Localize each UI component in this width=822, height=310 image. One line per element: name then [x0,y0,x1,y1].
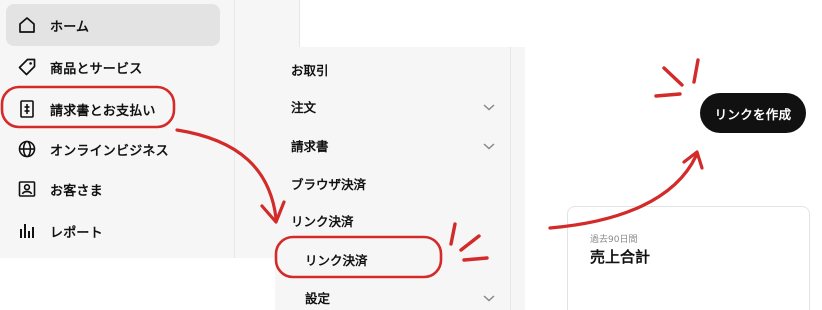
sidebar-item-label: 商品とサービス [50,61,143,77]
arrowhead-submenu-to-button [682,150,704,170]
create-link-button[interactable]: リンクを作成 [700,93,806,133]
chevron-down-icon [482,288,496,307]
sales-total-card: 過去90日間 売上合計 [567,206,810,310]
submenu-subitem-link-payment[interactable]: リンク決済 [305,245,496,273]
sidebar-item-reports[interactable]: レポート [6,210,220,252]
sidebar-item-label: 請求書とお支払い [50,103,156,119]
tag-icon [16,56,38,78]
sidebar-item-label: お客さま [50,183,103,199]
globe-icon [16,138,38,160]
sidebar-item-invoices-payments[interactable]: 請求書とお支払い [6,88,220,130]
chevron-down-icon [482,136,496,155]
submenu-item-label: リンク決済 [305,252,368,268]
submenu-item-browser-payment[interactable]: ブラウザ決済 [291,169,496,197]
submenu-item-label: お取引 [291,62,329,78]
submenu-item-label: 請求書 [291,138,329,154]
sidebar-item-customers[interactable]: お客さま [6,168,220,210]
submenu-item-label: リンク決済 [291,213,354,229]
emphasis-marks-button [654,58,700,98]
submenu-item-orders[interactable]: 注文 [291,92,496,120]
sidebar-item-online-business[interactable]: オンラインビジネス [6,128,220,170]
chevron-down-icon [482,97,496,116]
submenu-subitem-settings[interactable]: 設定 [305,283,496,310]
home-icon [16,14,38,36]
submenu-item-invoices[interactable]: 請求書 [291,131,496,159]
bar-chart-icon [16,220,38,242]
submenu-item-link-payment[interactable]: リンク決済 [291,206,496,234]
submenu-item-label: 設定 [305,290,331,306]
sales-period-label: 過去90日間 [590,235,638,245]
sidebar-item-label: オンラインビジネス [50,143,169,159]
sidebar-item-home[interactable]: ホーム [6,4,220,46]
sidebar-item-label: レポート [50,225,103,241]
customer-icon [16,178,38,200]
sidebar-divider [234,0,235,258]
submenu-panel: お取引 注文 請求書 ブラウザ決済 リンク決済 リンク決済 設定 [275,47,525,310]
sidebar-item-products[interactable]: 商品とサービス [6,46,220,88]
submenu-divider [510,47,511,310]
submenu-item-label: ブラウザ決済 [291,176,367,192]
sales-total-title: 売上合計 [590,248,651,266]
screenshot-canvas: ホーム 商品とサービス 請求書とお支払い オンラインビジネス お客さま レポート… [0,0,822,310]
sidebar-item-label: ホーム [50,19,90,35]
main-sidebar: ホーム 商品とサービス 請求書とお支払い オンラインビジネス お客さま レポート [0,0,300,258]
invoice-icon [16,98,38,120]
submenu-item-transactions[interactable]: お取引 [291,55,496,83]
submenu-item-label: 注文 [291,99,317,115]
